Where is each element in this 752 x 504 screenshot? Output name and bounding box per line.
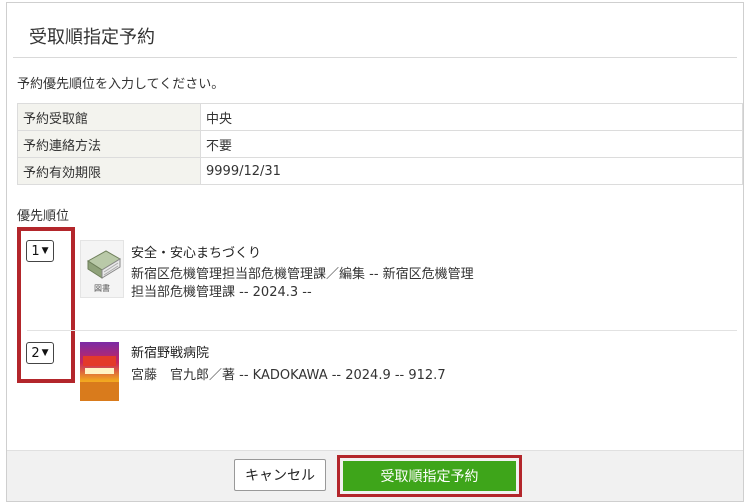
row-divider bbox=[27, 330, 737, 331]
book-icon: 図書 bbox=[80, 240, 124, 298]
pickup-library-value: 中央 bbox=[200, 103, 743, 131]
book-meta-1: 新宿区危機管理担当部危機管理課／編集 -- 新宿区危機管理 担当部危機管理課 -… bbox=[131, 266, 521, 302]
book-title-2: 新宿野戦病院 bbox=[131, 346, 210, 361]
expiry-date-label: 予約有効期限 bbox=[17, 157, 201, 185]
pickup-library-label: 予約受取館 bbox=[17, 103, 201, 131]
cover-band bbox=[85, 368, 114, 374]
contact-method-label: 予約連絡方法 bbox=[17, 130, 201, 158]
title-divider bbox=[13, 57, 737, 58]
expiry-date-value: 9999/12/31 bbox=[200, 157, 743, 185]
book-title-1: 安全・安心まちづくり bbox=[131, 246, 262, 261]
cover-band bbox=[83, 356, 116, 366]
priority-heading: 優先順位 bbox=[17, 209, 70, 224]
priority-select-1[interactable]: 1 ▼ bbox=[26, 240, 54, 262]
cover-band bbox=[80, 382, 119, 401]
book-meta-line: 新宿区危機管理担当部危機管理課／編集 -- 新宿区危機管理 bbox=[131, 267, 474, 282]
chevron-down-icon: ▼ bbox=[41, 348, 49, 358]
reservation-dialog: 受取順指定予約 予約優先順位を入力してください。 予約受取館 中央 予約連絡方法… bbox=[6, 2, 744, 502]
cancel-button[interactable]: キャンセル bbox=[234, 459, 326, 491]
table-row: 予約受取館 中央 bbox=[17, 103, 743, 131]
submit-reservation-button[interactable]: 受取順指定予約 bbox=[343, 461, 516, 491]
table-row: 予約有効期限 9999/12/31 bbox=[17, 157, 743, 185]
material-type-caption: 図書 bbox=[94, 284, 110, 293]
table-row: 予約連絡方法 不要 bbox=[17, 130, 743, 158]
book-cover-image bbox=[80, 342, 119, 401]
priority-select-value: 1 bbox=[31, 243, 40, 259]
book-meta-line: 担当部危機管理課 -- 2024.3 -- bbox=[131, 285, 312, 300]
priority-select-value: 2 bbox=[31, 345, 40, 361]
submit-button-highlight: 受取順指定予約 bbox=[337, 455, 522, 497]
priority-select-2[interactable]: 2 ▼ bbox=[26, 342, 54, 364]
contact-method-value: 不要 bbox=[200, 130, 743, 158]
dialog-footer: キャンセル 受取順指定予約 bbox=[7, 450, 743, 501]
chevron-down-icon: ▼ bbox=[41, 246, 49, 256]
dialog-title: 受取順指定予約 bbox=[29, 27, 155, 48]
reservation-info-table: 予約受取館 中央 予約連絡方法 不要 予約有効期限 9999/12/31 bbox=[17, 103, 743, 185]
book-meta-2: 宮藤 官九郎／著 -- KADOKAWA -- 2024.9 -- 912.7 bbox=[131, 368, 446, 383]
instruction-text: 予約優先順位を入力してください。 bbox=[17, 77, 225, 92]
